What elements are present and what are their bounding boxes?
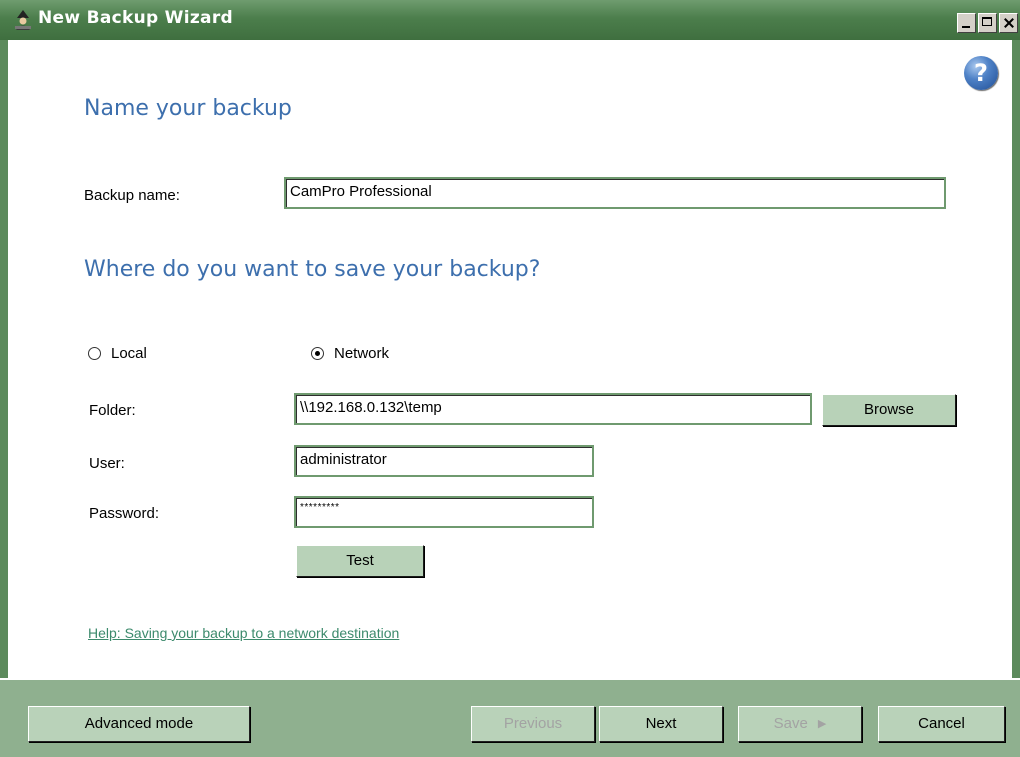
advanced-mode-button[interactable]: Advanced mode	[28, 706, 250, 742]
footer-bar: Advanced mode Previous Next Save ▶ Cancel	[0, 678, 1020, 757]
radio-local[interactable]: Local	[88, 345, 147, 362]
user-input[interactable]: administrator	[294, 445, 594, 477]
password-label: Password:	[89, 505, 160, 522]
window-controls	[955, 13, 1018, 33]
wizard-icon	[15, 10, 31, 30]
network-help-link[interactable]: Help: Saving your backup to a network de…	[88, 625, 399, 641]
radio-network-label: Network	[334, 345, 390, 362]
backup-name-label: Backup name:	[84, 187, 180, 204]
test-button[interactable]: Test	[296, 545, 424, 577]
radio-local-dot[interactable]	[88, 347, 101, 360]
previous-button[interactable]: Previous	[471, 706, 595, 742]
password-input[interactable]: *********	[294, 496, 594, 528]
cancel-button[interactable]: Cancel	[878, 706, 1005, 742]
title-bar: New Backup Wizard	[0, 0, 1020, 40]
play-arrow-icon: ▶	[817, 718, 827, 730]
right-border	[1012, 40, 1020, 755]
radio-local-label: Local	[111, 345, 147, 362]
folder-label: Folder:	[89, 402, 136, 419]
left-border	[0, 40, 8, 755]
radio-network[interactable]: Network	[311, 345, 389, 362]
browse-button[interactable]: Browse	[822, 394, 956, 426]
close-button[interactable]	[999, 13, 1018, 33]
next-button[interactable]: Next	[599, 706, 723, 742]
save-button-label: Save	[773, 715, 808, 732]
destination-section-heading: Where do you want to save your backup?	[84, 257, 541, 282]
user-label: User:	[89, 455, 125, 472]
window-title: New Backup Wizard	[38, 8, 233, 28]
help-question-icon[interactable]: ?	[964, 56, 998, 90]
maximize-button[interactable]	[978, 13, 997, 33]
radio-network-dot[interactable]	[311, 347, 324, 360]
save-button[interactable]: Save ▶	[738, 706, 862, 742]
backup-wizard-window: New Backup Wizard ? Name your backup Bac…	[0, 0, 1020, 757]
folder-input[interactable]: \\192.168.0.132\temp	[294, 393, 812, 425]
backup-name-input[interactable]: CamPro Professional	[284, 177, 946, 209]
minimize-button[interactable]	[957, 13, 976, 33]
name-section-heading: Name your backup	[84, 96, 292, 121]
